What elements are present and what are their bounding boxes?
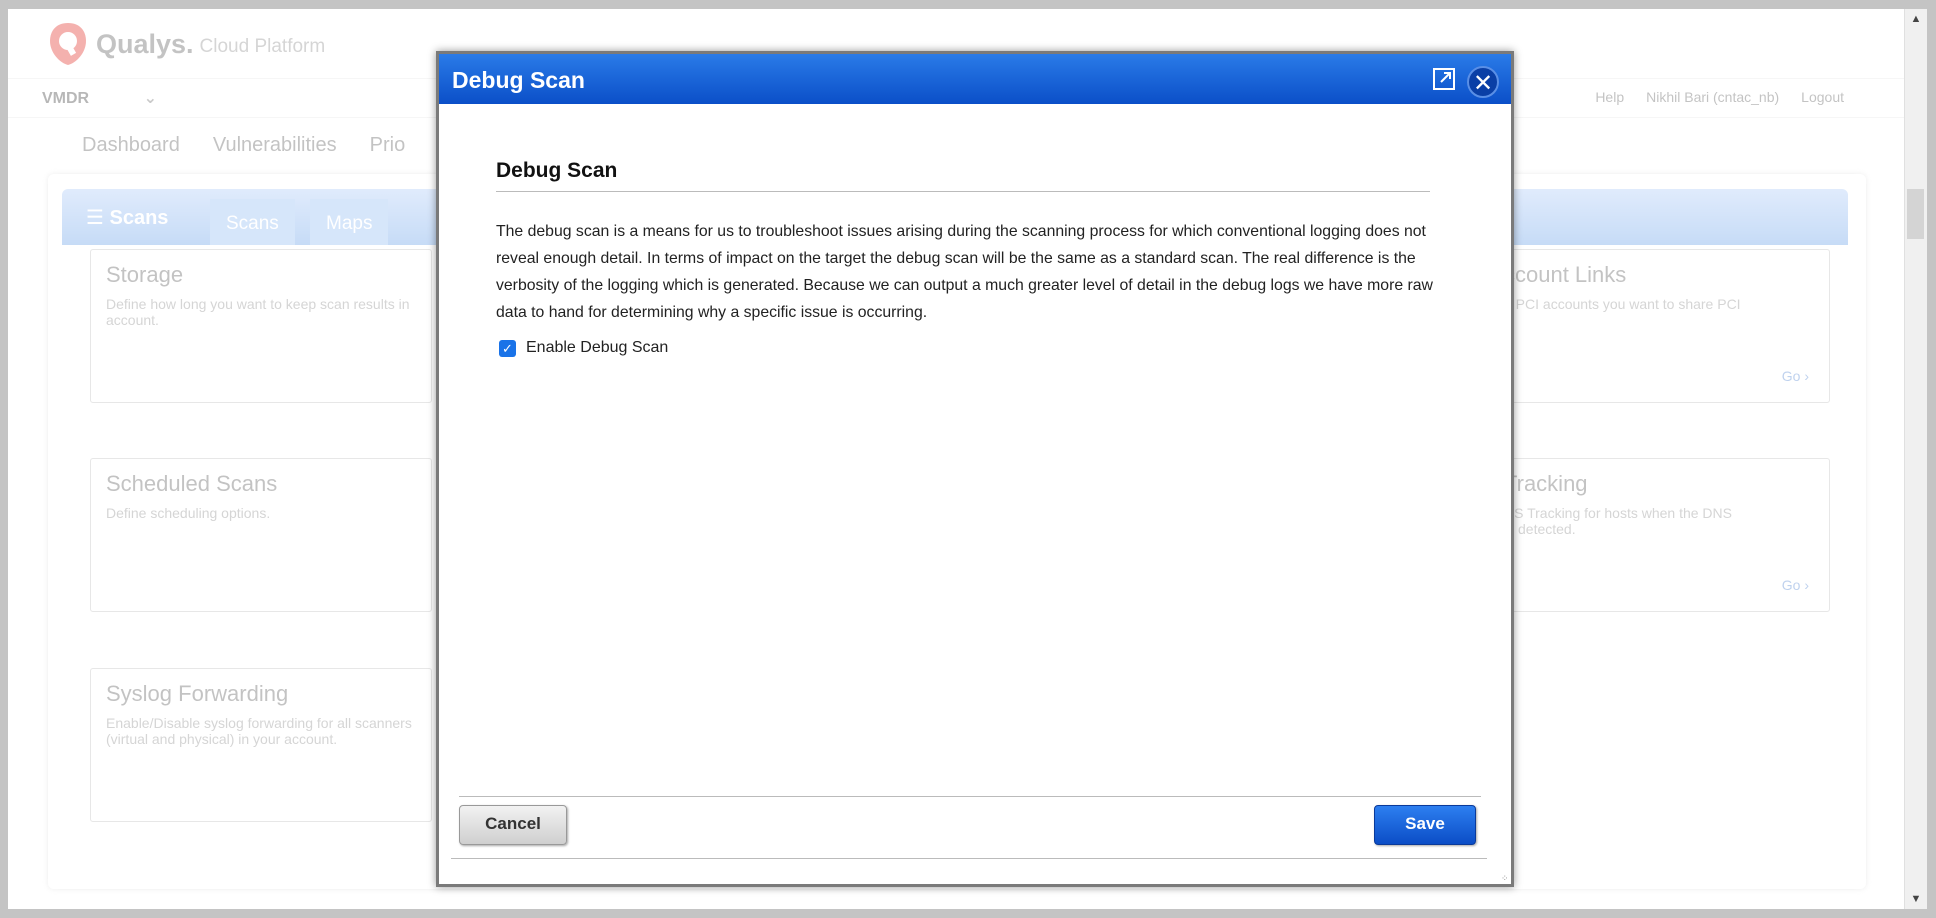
checkbox-checked-icon[interactable]: ✓ (499, 339, 516, 357)
card-syslog-forwarding[interactable]: Syslog Forwarding Enable/Disable syslog … (90, 668, 432, 822)
card-desc: NS Tracking for hosts when the DNS is det… (1504, 505, 1732, 537)
card-title: Storage (106, 262, 184, 287)
tab-prioritization[interactable]: Prio (370, 134, 406, 157)
card-title: Syslog Forwarding (106, 681, 289, 706)
card-desc: Enable/Disable syslog forwarding for all… (106, 715, 412, 747)
app-selector[interactable]: VMDR ⌄ (42, 88, 157, 108)
dialog-title: Debug Scan (452, 67, 585, 93)
module-tabs: Dashboard Vulnerabilities Prio (82, 134, 438, 157)
card-desc: o PCI accounts you want to share PCI (1504, 296, 1741, 312)
go-link[interactable]: Go › (1782, 577, 1809, 593)
expand-icon[interactable] (1432, 67, 1456, 91)
save-button[interactable]: Save (1374, 805, 1476, 845)
card-title: Tracking (1504, 471, 1588, 496)
cancel-button[interactable]: Cancel (459, 805, 567, 845)
debug-scan-dialog: Debug Scan ✕ Debug Scan The debug scan i… (436, 51, 1514, 887)
tab-dashboard[interactable]: Dashboard (82, 134, 180, 157)
scrollbar-thumb[interactable] (1907, 189, 1924, 239)
help-link[interactable]: Help (1595, 89, 1624, 105)
user-menu[interactable]: Nikhil Bari (cntac_nb) (1646, 89, 1779, 105)
card-dns-tracking[interactable]: Tracking NS Tracking for hosts when the … (1488, 458, 1830, 612)
browser-viewport: Qualys. Cloud Platform VMDR ⌄ Help Nikhi… (8, 9, 1904, 909)
footer-divider (459, 796, 1481, 797)
logout-link[interactable]: Logout (1801, 89, 1844, 105)
go-link[interactable]: Go › (1782, 368, 1809, 384)
app-selector-label: VMDR (42, 90, 90, 107)
vertical-scrollbar[interactable]: ▲ ▼ (1904, 9, 1927, 909)
section-title: Debug Scan (496, 159, 618, 182)
panel-title: ☰ Scans (86, 207, 169, 229)
scroll-down-icon[interactable]: ▼ (1905, 889, 1927, 909)
card-title: ccount Links (1504, 262, 1627, 287)
scroll-up-icon[interactable]: ▲ (1905, 9, 1927, 29)
card-title: Scheduled Scans (106, 471, 278, 496)
enable-debug-scan-row[interactable]: ✓ Enable Debug Scan (496, 339, 668, 357)
dialog-header: Debug Scan ✕ (439, 54, 1511, 104)
chevron-down-icon: ⌄ (143, 90, 157, 107)
top-links: Help Nikhil Bari (cntac_nb) Logout (1573, 89, 1844, 105)
card-desc: Define scheduling options. (106, 505, 271, 521)
footer-divider-bottom (451, 858, 1487, 859)
card-scheduled-scans[interactable]: Scheduled Scans Define scheduling option… (90, 458, 432, 612)
list-icon: ☰ (86, 207, 104, 229)
qualys-shield-icon (50, 23, 86, 65)
brand-name: Qualys. (96, 28, 194, 59)
resize-grip-icon[interactable]: ⁘ (1501, 874, 1509, 883)
card-account-links[interactable]: ccount Links o PCI accounts you want to … (1488, 249, 1830, 403)
debug-scan-description: The debug scan is a means for us to trou… (496, 223, 1433, 321)
tab-vulnerabilities[interactable]: Vulnerabilities (213, 134, 337, 157)
brand-platform: Cloud Platform (199, 35, 326, 57)
card-desc: Define how long you want to keep scan re… (106, 296, 410, 328)
subtab-scans[interactable]: Scans (210, 199, 295, 245)
close-icon[interactable]: ✕ (1467, 66, 1499, 98)
subtab-maps[interactable]: Maps (310, 199, 389, 245)
enable-debug-scan-label[interactable]: Enable Debug Scan (526, 339, 668, 357)
brand-logo[interactable]: Qualys. Cloud Platform (48, 21, 325, 67)
section-divider (496, 191, 1430, 192)
card-storage[interactable]: Storage Define how long you want to keep… (90, 249, 432, 403)
